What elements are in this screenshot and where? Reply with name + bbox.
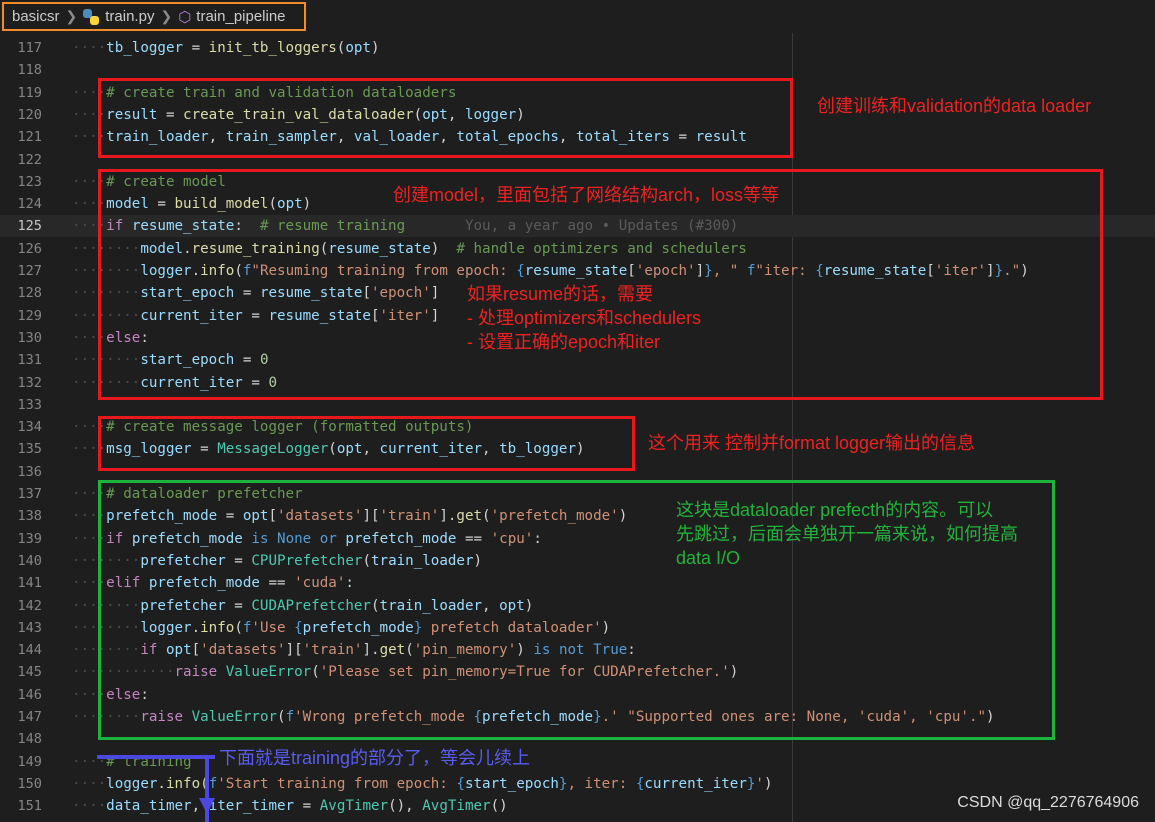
code-text[interactable]: ····logger.info(f'Start training from ep… <box>72 773 773 795</box>
line-number: 129 <box>17 307 42 324</box>
line-number: 128 <box>17 285 42 302</box>
line-number: 119 <box>17 84 42 101</box>
line-number: 118 <box>17 62 42 79</box>
line-number: 130 <box>17 329 42 346</box>
breadcrumb-file[interactable]: train.py <box>105 8 154 25</box>
note-resume-3: - 设置正确的epoch和iter <box>467 332 661 352</box>
line-number: 144 <box>17 642 42 659</box>
note-resume-2: - 处理optimizers和schedulers <box>467 308 702 328</box>
line-number: 146 <box>17 686 42 703</box>
note-prefetch-1: 这块是dataloader prefecth的内容。可以 <box>676 500 994 520</box>
line-number: 143 <box>17 619 42 636</box>
code-text[interactable]: ····tb_logger = init_tb_loggers(opt) <box>72 37 380 59</box>
annotation-box-msg-logger <box>98 416 635 471</box>
line-number: 133 <box>17 396 42 413</box>
line-number: 148 <box>17 731 42 748</box>
breadcrumb-root[interactable]: basicsr <box>12 8 60 25</box>
line-number: 139 <box>17 530 42 547</box>
breadcrumb-highlight: basicsr ❯ train.py ❯ ⬡ train_pipeline <box>2 2 306 31</box>
line-number: 134 <box>17 419 42 436</box>
method-cube-icon: ⬡ <box>178 8 192 26</box>
line-number: 120 <box>17 106 42 123</box>
note-prefetch-2: 先跳过，后面会单独开一篇来说，如何提高 <box>676 524 1018 544</box>
breadcrumb: basicsr ❯ train.py ❯ ⬡ train_pipeline <box>0 0 1155 33</box>
line-number: 121 <box>17 129 42 146</box>
annotation-arrow-horizontal <box>97 755 215 759</box>
line-number: 151 <box>17 798 42 815</box>
line-number: 150 <box>17 775 42 792</box>
line-number: 124 <box>17 196 42 213</box>
breadcrumb-symbol[interactable]: train_pipeline <box>196 8 285 25</box>
code-text[interactable]: ····data_timer, iter_timer = AvgTimer(),… <box>72 795 508 817</box>
annotation-box-dataloader <box>98 78 793 158</box>
line-number: 141 <box>17 575 42 592</box>
note-training: 下面就是training的部分了，等会儿续上 <box>219 748 531 768</box>
watermark: CSDN @qq_2276764906 <box>957 794 1139 811</box>
line-number: 126 <box>17 240 42 257</box>
note-dataloader: 创建训练和validation的data loader <box>817 96 1092 116</box>
code-text[interactable]: ····# training <box>72 751 192 773</box>
code-line[interactable]: 150 ····logger.info(f'Start training from… <box>0 773 1155 795</box>
note-model: 创建model，里面包括了网络结构arch，loss等等 <box>393 185 780 205</box>
line-number: 132 <box>17 374 42 391</box>
line-number: 122 <box>17 151 42 168</box>
line-number: 131 <box>17 352 42 369</box>
note-resume-1: 如果resume的话，需要 <box>467 284 654 304</box>
code-line[interactable]: 117 ····tb_logger = init_tb_loggers(opt) <box>0 37 1155 59</box>
chevron-right-icon: ❯ <box>160 8 173 24</box>
line-number: 142 <box>17 597 42 614</box>
line-number: 117 <box>17 40 42 56</box>
line-number: 145 <box>17 664 42 681</box>
python-file-icon <box>83 8 100 25</box>
line-number: 137 <box>17 486 42 502</box>
arrow-down-icon <box>199 798 215 814</box>
chevron-right-icon: ❯ <box>65 8 78 24</box>
note-prefetch-3: data I/O <box>676 548 741 568</box>
line-number: 140 <box>17 552 42 569</box>
line-number: 138 <box>17 508 42 525</box>
line-number: 123 <box>17 173 42 190</box>
note-msg-logger: 这个用来 控制并format logger输出的信息 <box>648 433 976 453</box>
line-number: 147 <box>17 709 42 725</box>
line-number: 125 <box>17 218 42 235</box>
line-number: 127 <box>17 263 42 279</box>
line-number: 149 <box>17 753 42 770</box>
line-number: 135 <box>17 441 42 458</box>
code-line[interactable]: 149 ····# training <box>0 751 1155 773</box>
line-number: 136 <box>17 463 42 480</box>
